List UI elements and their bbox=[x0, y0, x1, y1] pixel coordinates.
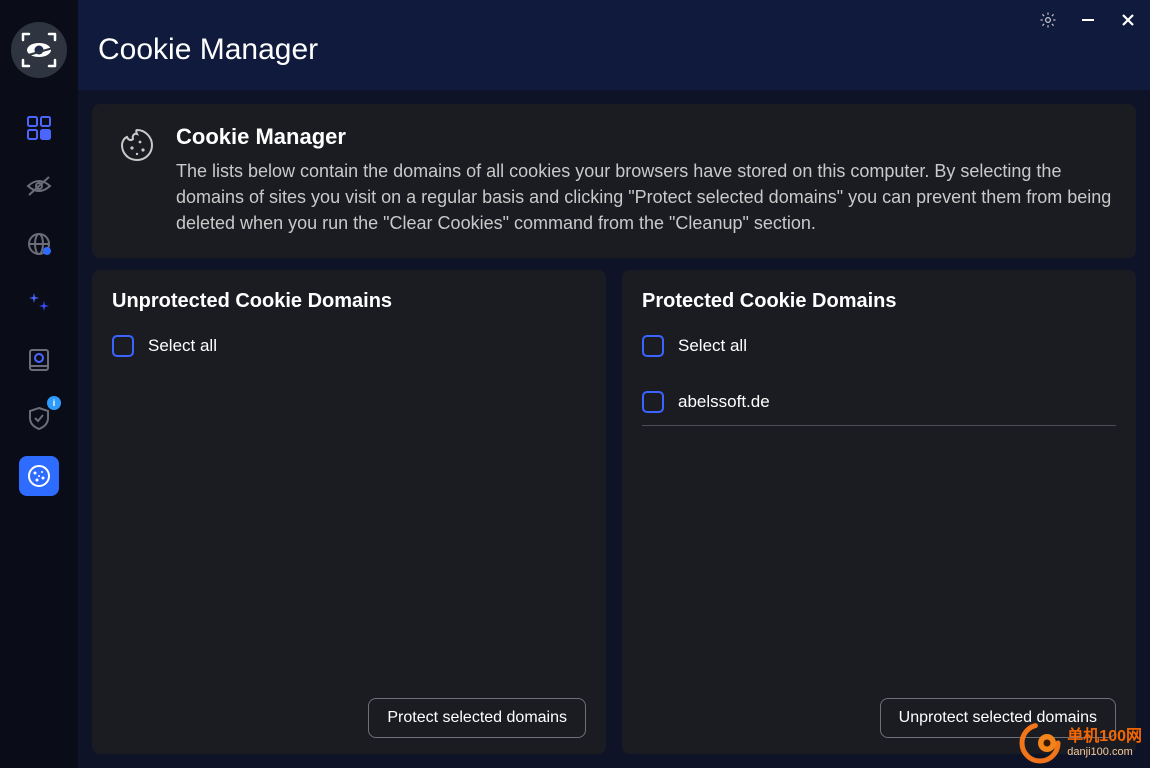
nav-scan[interactable] bbox=[19, 340, 59, 380]
scan-icon bbox=[26, 347, 52, 373]
unprotected-panel: Unprotected Cookie Domains Select all Pr… bbox=[92, 270, 606, 754]
eye-slash-icon bbox=[25, 172, 53, 200]
intro-heading: Cookie Manager bbox=[176, 124, 1112, 150]
unprotected-select-all[interactable]: Select all bbox=[112, 329, 586, 363]
nav-cookie-manager[interactable] bbox=[19, 456, 59, 496]
info-badge: i bbox=[47, 396, 61, 410]
nav-cleanup[interactable] bbox=[19, 282, 59, 322]
protected-footer: Unprotect selected domains bbox=[642, 688, 1116, 738]
panels-row: Unprotected Cookie Domains Select all Pr… bbox=[92, 270, 1136, 754]
sparkle-icon bbox=[26, 289, 52, 315]
checkbox-icon bbox=[642, 391, 664, 413]
checkbox-icon bbox=[642, 335, 664, 357]
minimize-button[interactable] bbox=[1078, 10, 1098, 30]
grid-icon bbox=[26, 115, 52, 141]
page-title: Cookie Manager bbox=[98, 33, 318, 67]
content: Cookie Manager The lists below contain t… bbox=[78, 90, 1150, 768]
minimize-icon bbox=[1081, 13, 1095, 27]
checkbox-icon bbox=[112, 335, 134, 357]
domain-row[interactable]: abelssoft.de bbox=[642, 379, 1116, 426]
window-controls bbox=[1038, 10, 1138, 30]
unprotected-footer: Protect selected domains bbox=[112, 688, 586, 738]
protected-list-spacer bbox=[642, 426, 1116, 688]
intro-text: Cookie Manager The lists below contain t… bbox=[176, 124, 1112, 236]
globe-icon bbox=[25, 230, 53, 258]
intro-card: Cookie Manager The lists below contain t… bbox=[92, 104, 1136, 258]
unprotect-button[interactable]: Unprotect selected domains bbox=[880, 698, 1116, 738]
select-all-label: Select all bbox=[678, 336, 747, 356]
nav-privacy[interactable] bbox=[19, 166, 59, 206]
cookie-outline-icon bbox=[118, 126, 156, 164]
protected-select-all[interactable]: Select all bbox=[642, 329, 1116, 363]
sidebar: i bbox=[0, 0, 78, 768]
protect-button[interactable]: Protect selected domains bbox=[368, 698, 586, 738]
select-all-label: Select all bbox=[148, 336, 217, 356]
shield-icon bbox=[26, 405, 52, 431]
nav-shield[interactable]: i bbox=[19, 398, 59, 438]
unprotected-title: Unprotected Cookie Domains bbox=[112, 290, 586, 313]
app-logo bbox=[11, 22, 67, 78]
cookie-icon bbox=[26, 463, 52, 489]
settings-button[interactable] bbox=[1038, 10, 1058, 30]
close-icon bbox=[1121, 13, 1135, 27]
nav-web[interactable] bbox=[19, 224, 59, 264]
intro-icon-col bbox=[116, 124, 158, 236]
nav-dashboard[interactable] bbox=[19, 108, 59, 148]
titlebar: Cookie Manager bbox=[78, 0, 1150, 90]
nav: i bbox=[0, 108, 78, 496]
main-column: Cookie Manager bbox=[78, 0, 1150, 768]
protected-panel: Protected Cookie Domains Select all abel… bbox=[622, 270, 1136, 754]
intro-body: The lists below contain the domains of a… bbox=[176, 158, 1112, 236]
unprotected-list bbox=[112, 363, 586, 688]
domain-label: abelssoft.de bbox=[678, 392, 770, 412]
protected-title: Protected Cookie Domains bbox=[642, 290, 1116, 313]
gear-icon bbox=[1039, 11, 1057, 29]
close-button[interactable] bbox=[1118, 10, 1138, 30]
